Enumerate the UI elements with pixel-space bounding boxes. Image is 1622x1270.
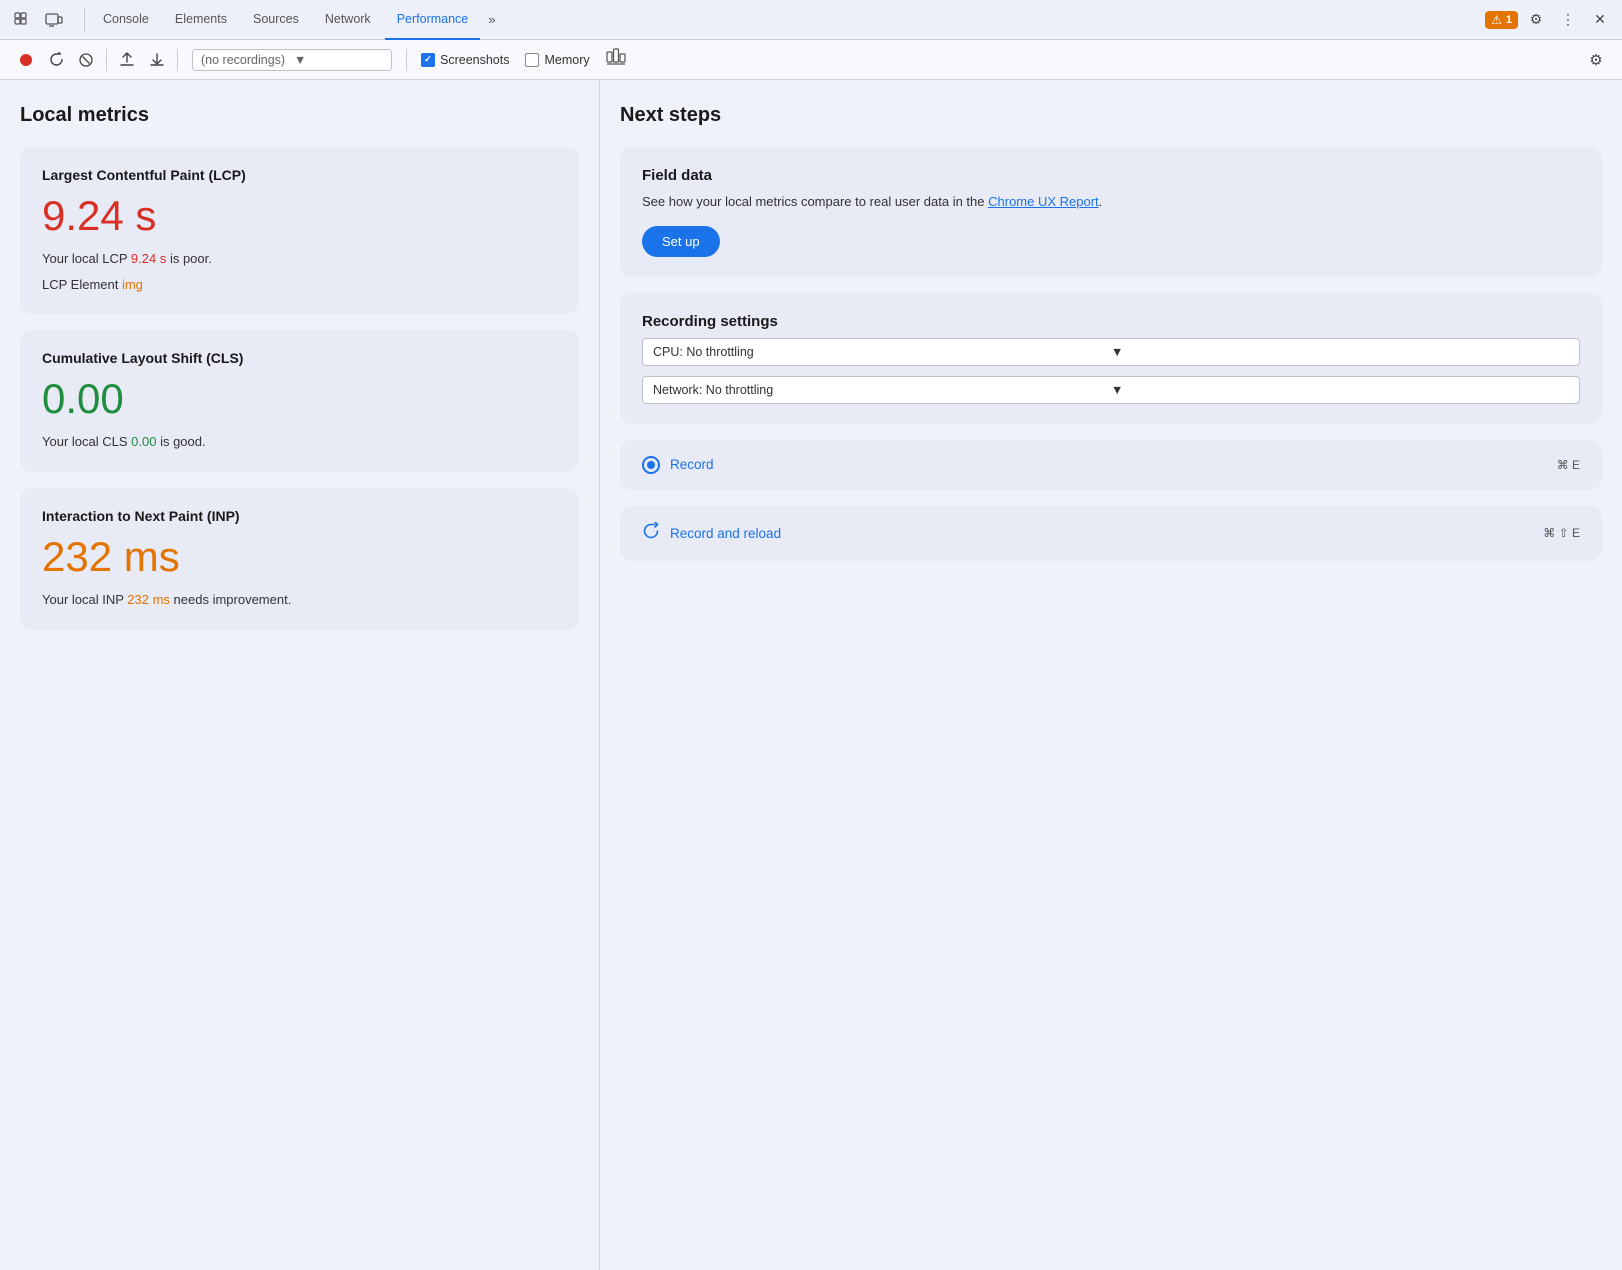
memory-checkbox-label[interactable]: Memory [525,53,589,67]
performance-settings-icon[interactable]: ⚙ [1582,46,1610,74]
more-options-icon[interactable]: ⋮ [1554,6,1582,34]
tab-actions: ⚠ 1 ⚙ ⋮ ✕ [1485,6,1614,34]
network-dropdown-arrow: ▼ [1111,383,1569,397]
inp-desc-prefix: Your local INP [42,592,127,607]
cls-desc-suffix: is good. [156,434,205,449]
lcp-desc-suffix: is poor. [166,251,212,266]
screenshots-checkbox[interactable] [421,53,435,67]
recording-settings-card: Recording settings CPU: No throttling ▼ … [620,293,1602,424]
tab-elements[interactable]: Elements [163,0,239,40]
record-inner-icon [647,461,655,469]
lcp-label: Largest Contentful Paint (LCP) [42,167,557,183]
network-throttling-label: Network: No throttling [653,383,1111,397]
record-reload-label[interactable]: Record and reload [670,526,781,541]
upload-profile-button[interactable] [113,46,141,74]
record-reload-action-left: Record and reload [642,522,781,545]
lcp-value: 9.24 s [42,193,557,239]
field-data-card: Field data See how your local metrics co… [620,147,1602,277]
clear-button[interactable] [72,46,100,74]
toolbar-sep-2 [177,49,178,71]
recording-settings-title: Recording settings [642,313,1580,330]
record-reload-action-card[interactable]: Record and reload ⌘ ⇧ E [620,506,1602,561]
network-throttling-select[interactable]: Network: No throttling ▼ [642,376,1580,404]
cls-label: Cumulative Layout Shift (CLS) [42,350,557,366]
screenshots-label: Screenshots [440,53,509,67]
local-metrics-title: Local metrics [20,104,579,127]
cpu-throttling-label: CPU: No throttling [653,345,1111,359]
record-action-card[interactable]: Record ⌘ E [620,440,1602,490]
lcp-desc-prefix: Your local LCP [42,251,131,266]
performance-toolbar: (no recordings) ▼ Screenshots Memory ⚙ [0,40,1622,80]
memory-checkbox[interactable] [525,53,539,67]
record-button[interactable] [12,46,40,74]
issues-count: 1 [1506,14,1512,26]
toolbar-sep-3 [406,49,407,71]
tab-performance[interactable]: Performance [385,0,481,40]
record-action-left: Record [642,456,714,474]
tab-network[interactable]: Network [313,0,383,40]
cls-desc-prefix: Your local CLS [42,434,131,449]
tab-sources[interactable]: Sources [241,0,311,40]
record-action-label[interactable]: Record [670,457,714,472]
inp-label: Interaction to Next Paint (INP) [42,508,557,524]
responsive-icon[interactable] [40,6,68,34]
tab-separator-1 [84,8,85,32]
lcp-element-row: LCP Element img [42,275,557,295]
lcp-element-value[interactable]: img [122,277,143,292]
inp-card: Interaction to Next Paint (INP) 232 ms Y… [20,488,579,630]
record-shortcut: ⌘ E [1557,458,1580,472]
inp-desc-suffix: needs improvement. [170,592,291,607]
cls-card: Cumulative Layout Shift (CLS) 0.00 Your … [20,330,579,472]
inp-highlight: 232 ms [127,592,170,607]
memory-flame-icon[interactable] [606,48,626,71]
reload-icon [642,522,660,545]
field-data-desc-suffix: . [1099,194,1103,209]
recording-select[interactable]: (no recordings) ▼ [192,49,392,71]
setup-button[interactable]: Set up [642,226,720,257]
main-content: Local metrics Largest Contentful Paint (… [0,80,1622,1270]
record-circle-icon [642,456,660,474]
screenshots-checkbox-label[interactable]: Screenshots [421,53,509,67]
settings-icon[interactable]: ⚙ [1522,6,1550,34]
cursor-icon[interactable] [8,6,36,34]
tab-bar: Console Elements Sources Network Perform… [0,0,1622,40]
inp-value: 232 ms [42,534,557,580]
close-devtools-button[interactable]: ✕ [1586,6,1614,34]
left-panel: Local metrics Largest Contentful Paint (… [0,80,600,1270]
lcp-element-label: LCP Element [42,277,122,292]
cpu-throttling-select[interactable]: CPU: No throttling ▼ [642,338,1580,366]
lcp-desc: Your local LCP 9.24 s is poor. [42,249,557,269]
cls-highlight: 0.00 [131,434,156,449]
chrome-ux-report-link[interactable]: Chrome UX Report [988,194,1099,209]
devtools-icons [8,6,68,34]
right-panel: Next steps Field data See how your local… [600,80,1622,1270]
recording-label: (no recordings) [201,53,290,67]
cls-value: 0.00 [42,376,557,422]
toolbar-sep-1 [106,49,107,71]
inp-desc: Your local INP 232 ms needs improvement. [42,590,557,610]
field-data-desc: See how your local metrics compare to re… [642,192,1580,212]
record-reload-shortcut: ⌘ ⇧ E [1543,526,1580,540]
field-data-title: Field data [642,167,1580,184]
toolbar-checkboxes: Screenshots Memory [421,48,626,71]
cpu-dropdown-arrow: ▼ [1111,345,1569,359]
download-profile-button[interactable] [143,46,171,74]
field-data-desc-prefix: See how your local metrics compare to re… [642,194,988,209]
tab-console[interactable]: Console [91,0,161,40]
tab-more-button[interactable]: » [482,0,501,40]
next-steps-title: Next steps [620,104,1602,127]
memory-label: Memory [544,53,589,67]
cls-desc: Your local CLS 0.00 is good. [42,432,557,452]
issues-badge[interactable]: ⚠ 1 [1485,11,1518,29]
dropdown-arrow-icon: ▼ [294,53,383,67]
lcp-highlight: 9.24 s [131,251,166,266]
lcp-card: Largest Contentful Paint (LCP) 9.24 s Yo… [20,147,579,314]
reload-record-button[interactable] [42,46,70,74]
